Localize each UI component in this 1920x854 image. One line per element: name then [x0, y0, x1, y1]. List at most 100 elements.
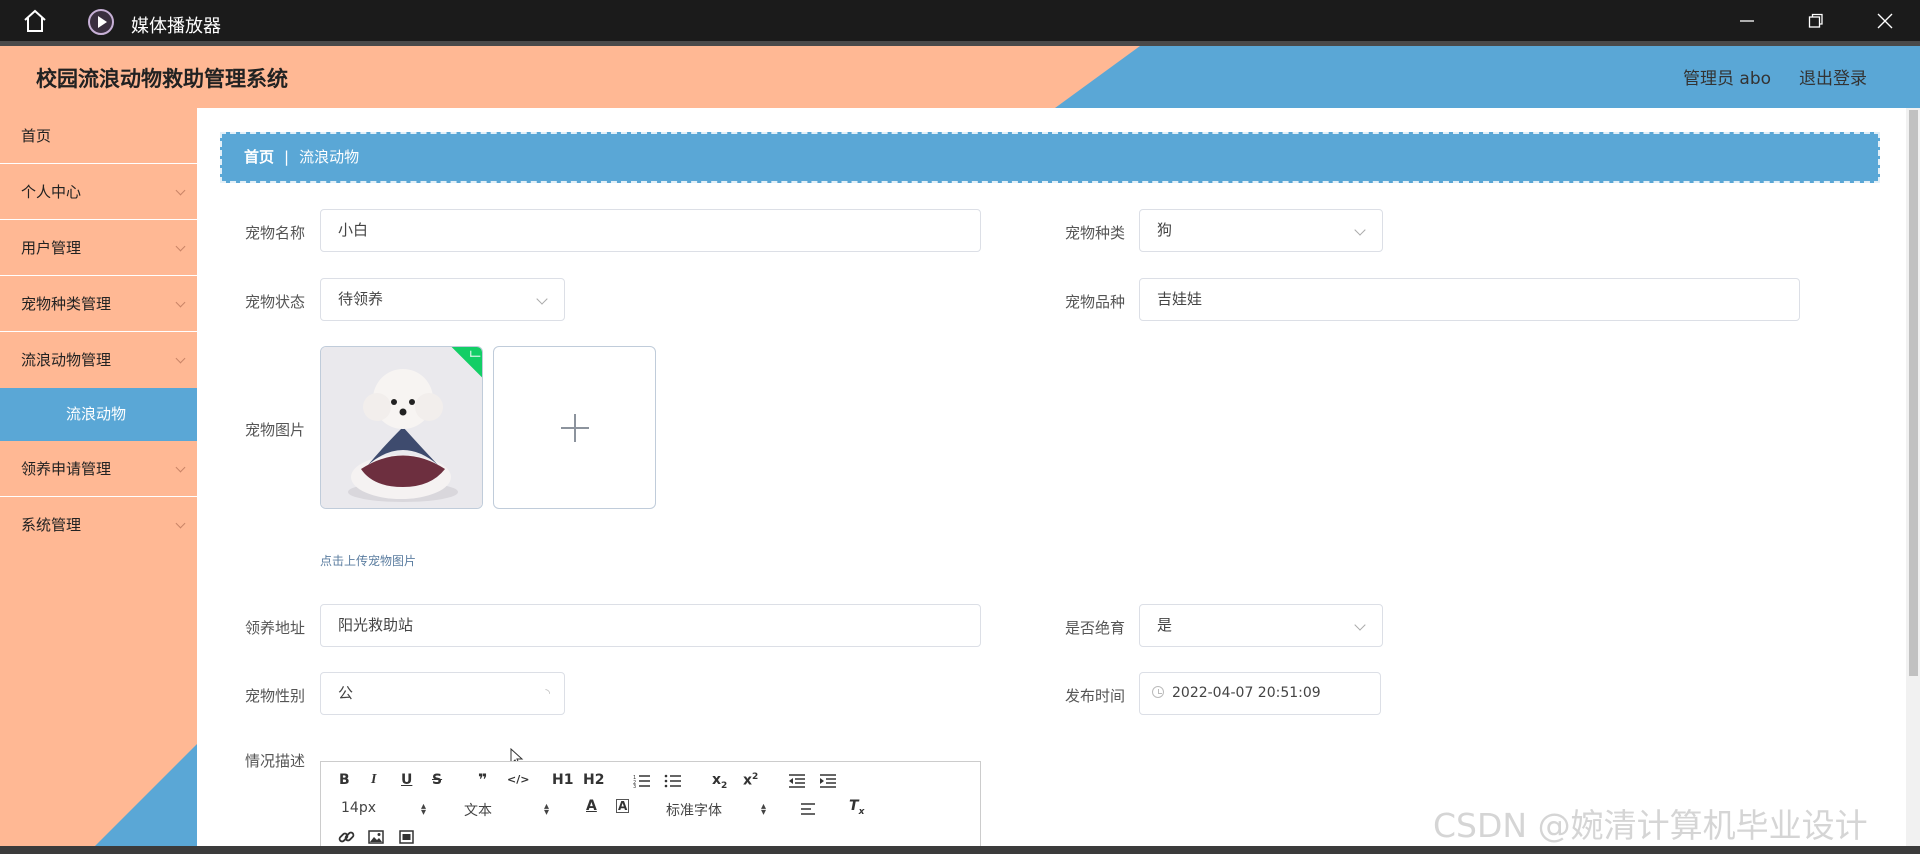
pet-gender-label: 宠物性别: [244, 687, 305, 705]
sidebar-item-label: 个人中心: [21, 183, 82, 201]
font-size-value: 14px: [341, 800, 376, 816]
close-icon: [1877, 13, 1893, 29]
italic-button[interactable]: I: [371, 772, 376, 788]
text-type-select[interactable]: 文本 ▴ ▾: [464, 800, 559, 820]
subscript-icon[interactable]: x2: [712, 772, 727, 791]
chevron-down-icon: [175, 518, 186, 529]
description-label: 情况描述: [244, 752, 305, 770]
underline-button[interactable]: U: [401, 772, 412, 788]
superscript-icon[interactable]: x2: [743, 772, 758, 789]
align-icon[interactable]: [800, 802, 816, 816]
font-color-icon[interactable]: A: [586, 798, 597, 814]
close-button[interactable]: [1850, 0, 1920, 41]
publish-time-label: 发布时间: [1064, 687, 1125, 705]
sidebar-item-stray-animals-mgmt[interactable]: 流浪动物管理: [0, 332, 197, 388]
upload-tip: 点击上传宠物图片: [320, 554, 417, 568]
adopt-address-value: 阳光救助站: [338, 616, 414, 634]
sidebar-item-pet-categories[interactable]: 宠物种类管理: [0, 276, 197, 332]
up-down-icon: ▾: [544, 807, 550, 818]
adopt-address-label: 领养地址: [244, 619, 305, 637]
chevron-down-icon: [175, 462, 186, 473]
upload-image-button[interactable]: [493, 346, 656, 509]
pet-gender-value: 公: [338, 684, 354, 702]
strike-button[interactable]: S: [432, 772, 442, 788]
blockquote-button[interactable]: ❞: [478, 770, 487, 789]
sidebar-subitem-stray-animals[interactable]: 流浪动物: [0, 388, 197, 441]
neutered-value: 是: [1157, 616, 1173, 634]
uploaded-pet-image[interactable]: [320, 346, 483, 509]
window-title: 媒体播放器: [131, 16, 221, 37]
restore-button[interactable]: [1781, 0, 1851, 41]
watermark: CSDN @婉清计算机毕业设计: [1433, 806, 1868, 845]
chevron-down-icon: [175, 241, 186, 252]
sidebar-item-label: 宠物种类管理: [21, 295, 112, 313]
breadcrumb-current: 流浪动物: [299, 148, 360, 166]
pet-image-label: 宠物图片: [244, 421, 305, 439]
pet-status-select[interactable]: 待领养: [320, 278, 565, 321]
ordered-list-icon[interactable]: 123: [633, 774, 651, 788]
admin-label: 管理员 abo: [1683, 69, 1772, 89]
clock-icon: [1152, 686, 1164, 698]
breadcrumb: 首页 | 流浪动物: [220, 132, 1880, 183]
pet-status-label: 宠物状态: [244, 293, 305, 311]
code-block-button[interactable]: </>: [507, 773, 529, 786]
image-icon[interactable]: [368, 830, 384, 844]
pet-name-label: 宠物名称: [244, 224, 305, 242]
pet-breed-input[interactable]: 吉娃娃: [1139, 278, 1800, 321]
minimize-icon: [1740, 20, 1754, 22]
sidebar-item-system[interactable]: 系统管理: [0, 497, 197, 553]
rich-text-editor[interactable]: B I U S ❞ </> H1 H2 123 x2 x2 14px ▴ ▾ 文本 ▴…: [320, 761, 981, 848]
outdent-icon[interactable]: [788, 774, 806, 788]
up-down-icon: ▾: [421, 807, 427, 818]
pet-category-value: 狗: [1157, 221, 1173, 239]
sidebar-item-profile[interactable]: 个人中心: [0, 164, 197, 220]
font-size-select[interactable]: 14px ▴ ▾: [341, 800, 436, 818]
chevron-down-icon: [175, 297, 186, 308]
h1-button[interactable]: H1: [552, 772, 573, 788]
sidebar-item-label: 首页: [21, 127, 52, 145]
background-color-icon[interactable]: A: [616, 799, 630, 813]
up-down-icon: ▾: [761, 807, 767, 818]
text-type-value: 文本: [464, 803, 492, 819]
breadcrumb-separator: |: [284, 148, 290, 166]
restore-icon: [1808, 13, 1823, 28]
home-icon[interactable]: [22, 9, 48, 33]
video-icon[interactable]: [399, 830, 414, 844]
sidebar-item-users[interactable]: 用户管理: [0, 220, 197, 276]
pet-category-select[interactable]: 狗: [1139, 209, 1383, 252]
sidebar-item-label: 系统管理: [21, 516, 82, 534]
plus-icon: [560, 413, 589, 442]
adopt-address-input[interactable]: 阳光救助站: [320, 604, 981, 647]
chevron-down-icon: [1354, 619, 1366, 631]
pet-breed-value: 吉娃娃: [1157, 290, 1203, 308]
clear-format-icon[interactable]: Tx: [849, 798, 864, 817]
app-header: 校园流浪动物救助管理系统 管理员 abo 退出登录: [0, 46, 1920, 108]
system-name: 校园流浪动物救助管理系统: [36, 67, 288, 91]
sidebar-item-home[interactable]: 首页: [0, 108, 197, 164]
main-content: 首页 | 流浪动物 宠物名称 小白 宠物种类 狗 宠物状态 待领养 宠物品种 吉娃娃…: [197, 108, 1906, 848]
chevron-down-icon: [1354, 224, 1366, 236]
sidebar-item-label: 领养申请管理: [21, 460, 112, 478]
svg-text:3: 3: [633, 784, 636, 788]
sidebar: 首页 个人中心 用户管理 宠物种类管理 流浪动物管理 流浪动物 领养申请管理 系…: [0, 108, 197, 848]
indent-icon[interactable]: [819, 774, 837, 788]
pet-gender-select[interactable]: 公 ◝: [320, 672, 565, 715]
font-family-select[interactable]: 标准字体 ▴ ▾: [666, 800, 776, 820]
sidebar-item-adoption[interactable]: 领养申请管理: [0, 441, 197, 497]
bullet-list-icon[interactable]: [664, 774, 682, 788]
link-icon[interactable]: [338, 829, 355, 845]
vertical-scrollbar[interactable]: [1906, 108, 1920, 848]
publish-time-value: 2022-04-07 20:51:09: [1172, 685, 1321, 701]
pet-status-value: 待领养: [338, 290, 384, 308]
minimize-button[interactable]: [1712, 0, 1782, 41]
scrollbar-thumb[interactable]: [1909, 110, 1918, 676]
neutered-select[interactable]: 是: [1139, 604, 1383, 647]
publish-time-picker[interactable]: 2022-04-07 20:51:09: [1139, 672, 1381, 715]
pet-breed-label: 宠物品种: [1064, 293, 1125, 311]
h2-button[interactable]: H2: [583, 772, 604, 788]
logout-link[interactable]: 退出登录: [1799, 64, 1867, 89]
pet-name-input[interactable]: 小白: [320, 209, 981, 252]
bold-button[interactable]: B: [339, 772, 350, 788]
breadcrumb-home[interactable]: 首页: [244, 148, 274, 166]
chevron-down-icon: [175, 185, 186, 196]
